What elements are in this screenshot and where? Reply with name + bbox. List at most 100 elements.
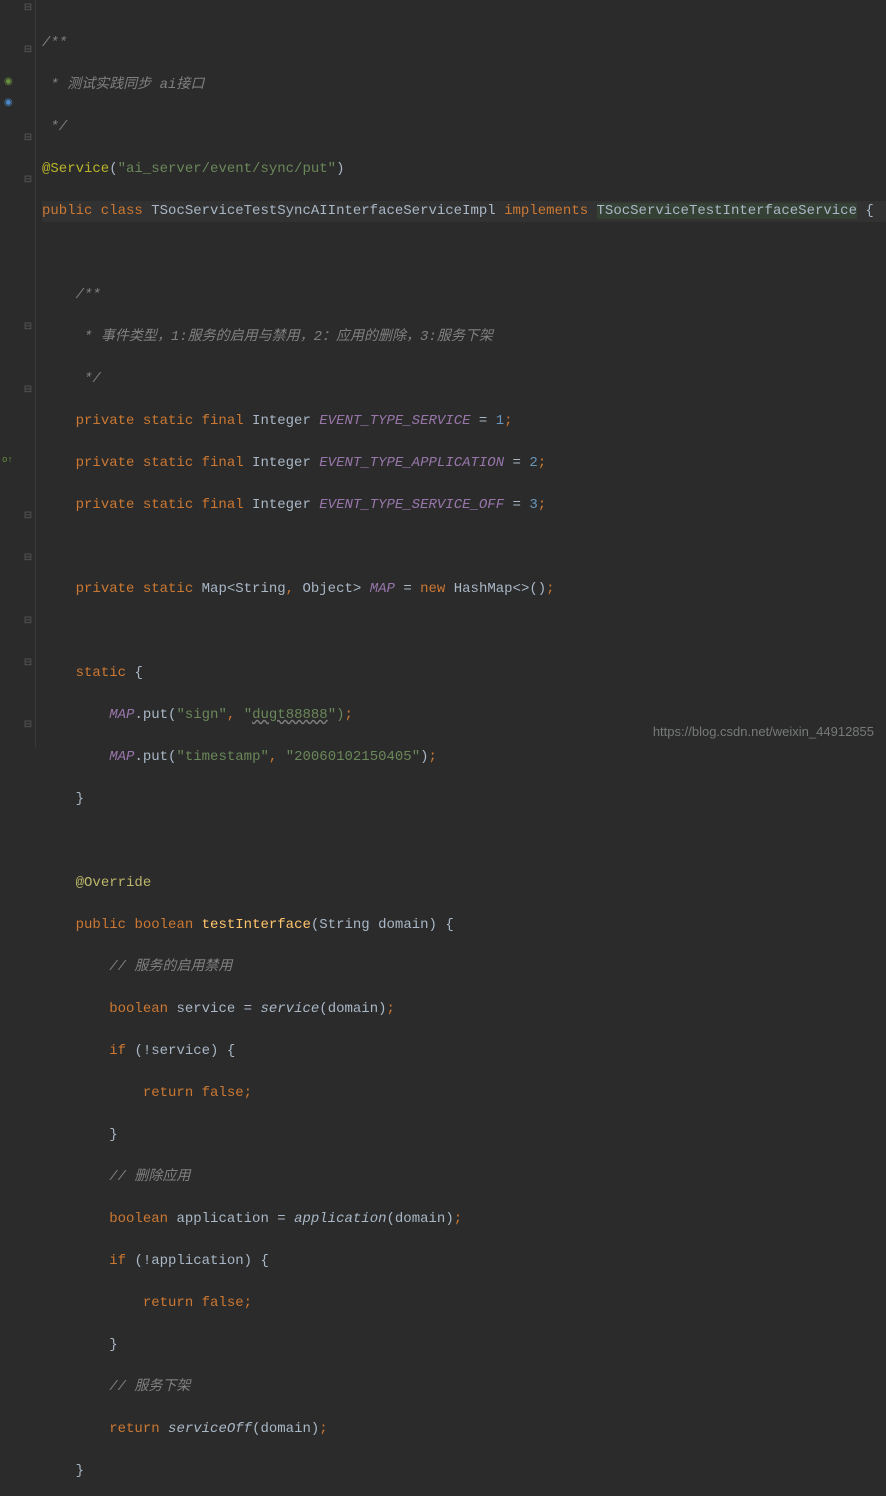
string-literal: "sign" (176, 707, 226, 723)
brace: { (445, 917, 453, 933)
keyword: return (143, 1085, 193, 1101)
gutter-icon: ◉ (4, 72, 16, 84)
comment-line: * 测试实践同步 ai接口 (42, 77, 204, 93)
fold-toggle[interactable]: ⊟ (23, 659, 33, 669)
fold-toggle[interactable]: ⊟ (23, 386, 33, 396)
fold-toggle[interactable]: ⊟ (23, 323, 33, 333)
code-editor: ⊟ ⊟ ◉ ◉ ⊟ ⊟ ⊟ ⊟ o↑ ⊟ ⊟ ⊟ ⊟ ⊟ /** * 测试实践同… (0, 0, 886, 748)
method-name: testInterface (202, 917, 311, 933)
paren: ) (311, 1421, 319, 1437)
keyword: boolean (109, 1211, 168, 1227)
type: Integer (252, 413, 311, 429)
annotation: @Override (76, 875, 152, 891)
string-literal: " (244, 707, 252, 723)
semicolon: ; (319, 1421, 327, 1437)
keyword: boolean (134, 917, 193, 933)
comma: , (227, 707, 235, 723)
keyword: boolean (109, 1001, 168, 1017)
interface-name: TSocServiceTestInterfaceService (597, 203, 857, 219)
field-name: EVENT_TYPE_SERVICE_OFF (319, 497, 504, 513)
code-content[interactable]: /** * 测试实践同步 ai接口 */ @Service("ai_server… (36, 0, 886, 748)
fold-toggle[interactable]: ⊟ (23, 512, 33, 522)
semicolon: ; (429, 749, 437, 765)
keyword: private static (76, 581, 194, 597)
comma: , (269, 749, 277, 765)
eq: = (513, 497, 521, 513)
var-name: service (176, 1001, 235, 1017)
gutter-implements-icon[interactable]: ◉ (4, 93, 16, 105)
watermark-text: https://blog.csdn.net/weixin_44912855 (653, 721, 874, 742)
method-call: .put( (134, 749, 176, 765)
class-name: TSocServiceTestSyncAIInterfaceServiceImp… (151, 203, 495, 219)
fold-toggle[interactable]: ⊟ (23, 46, 33, 56)
editor-gutter: ⊟ ⊟ ◉ ◉ ⊟ ⊟ ⊟ ⊟ o↑ ⊟ ⊟ ⊟ ⊟ ⊟ (0, 0, 36, 748)
semicolon: ; (538, 497, 546, 513)
type: Map<String (202, 581, 286, 597)
paren: ) (445, 1211, 453, 1227)
eq: = (277, 1211, 285, 1227)
field-name: MAP (370, 581, 395, 597)
typo-string: dugt88888 (252, 707, 328, 723)
keyword: private static final (76, 455, 244, 471)
comment-line: // 删除应用 (109, 1169, 190, 1185)
paren: ( (387, 1211, 395, 1227)
cond: (!service) { (134, 1043, 235, 1059)
string-literal: "ai_server/event/sync/put" (118, 161, 336, 177)
paren: ( (319, 1001, 327, 1017)
fold-toggle[interactable]: ⊟ (23, 554, 33, 564)
comment-line: */ (42, 119, 67, 135)
fold-toggle[interactable]: ⊟ (23, 721, 33, 731)
type: Object> (302, 581, 361, 597)
keyword: private static final (76, 497, 244, 513)
brace: } (76, 1463, 84, 1479)
comment-line: /** (42, 35, 67, 51)
semicolon: ; (454, 1211, 462, 1227)
semicolon: ; (504, 413, 512, 429)
fold-toggle[interactable]: ⊟ (23, 4, 33, 14)
annotation: @Service (42, 161, 109, 177)
fold-toggle[interactable]: ⊟ (23, 617, 33, 627)
brace: } (109, 1337, 117, 1353)
param-name: domain (378, 917, 428, 933)
eq: = (513, 455, 521, 471)
paren: ) (378, 1001, 386, 1017)
keyword: new (420, 581, 445, 597)
cond: (!application) { (134, 1253, 268, 1269)
method-call: application (294, 1211, 386, 1227)
method-call: serviceOff (168, 1421, 252, 1437)
keyword: public (76, 917, 126, 933)
number: 1 (496, 413, 504, 429)
semicolon: ; (387, 1001, 395, 1017)
keyword: return (109, 1421, 159, 1437)
semicolon: ; (538, 455, 546, 471)
keyword: return (143, 1295, 193, 1311)
keyword: if (109, 1253, 126, 1269)
param-type: String (319, 917, 369, 933)
fold-toggle[interactable]: ⊟ (23, 134, 33, 144)
keyword: false (202, 1295, 244, 1311)
paren: ( (311, 917, 319, 933)
eq: = (244, 1001, 252, 1017)
fold-toggle[interactable]: ⊟ (23, 176, 33, 186)
semicolon: ; (546, 581, 554, 597)
eq: = (479, 413, 487, 429)
type: Integer (252, 455, 311, 471)
paren: ) (420, 749, 428, 765)
semicolon: ; (244, 1085, 252, 1101)
comma: , (286, 581, 294, 597)
field-ref: MAP (109, 707, 134, 723)
field-ref: MAP (109, 749, 134, 765)
arg: domain (260, 1421, 310, 1437)
comment-line: // 服务下架 (109, 1379, 190, 1395)
punct: ( (109, 161, 117, 177)
gutter-override-icon[interactable]: o↑ (2, 450, 14, 462)
semicolon: ; (345, 707, 353, 723)
field-name: EVENT_TYPE_APPLICATION (319, 455, 504, 471)
eq: = (403, 581, 411, 597)
arg: domain (328, 1001, 378, 1017)
punct: { (865, 203, 873, 219)
paren: ) (429, 917, 437, 933)
method-call: service (260, 1001, 319, 1017)
field-name: EVENT_TYPE_SERVICE (319, 413, 470, 429)
var-name: application (176, 1211, 268, 1227)
